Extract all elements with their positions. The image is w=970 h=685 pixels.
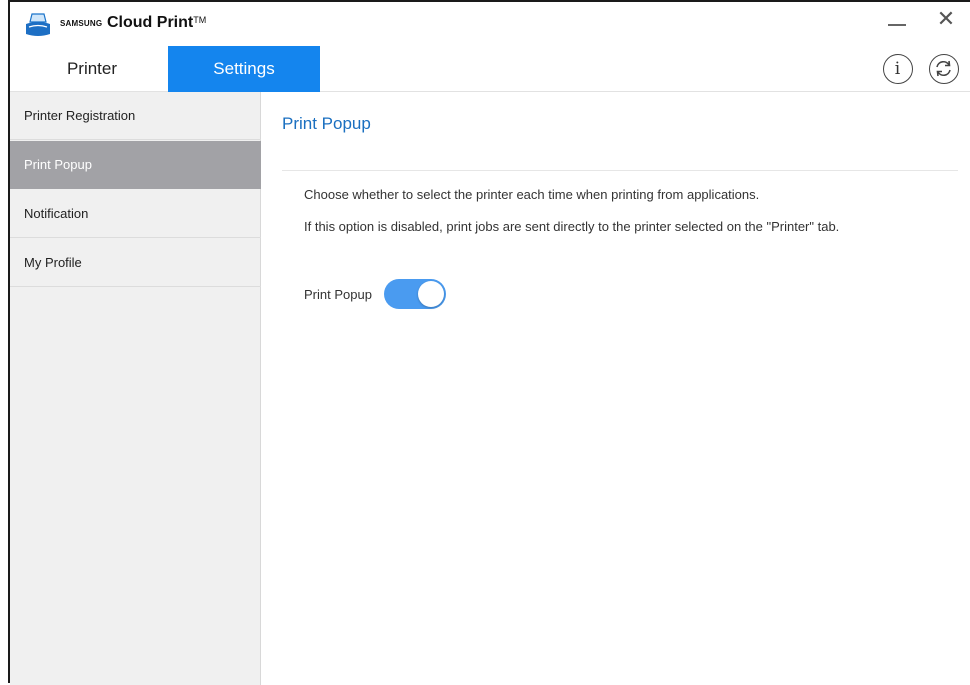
settings-sidebar: Printer Registration Print Popup Notific…	[10, 92, 261, 685]
print-popup-toggle[interactable]	[384, 279, 446, 309]
toggle-knob[interactable]	[418, 281, 444, 307]
description-line-1: Choose whether to select the printer eac…	[304, 187, 760, 202]
sidebar-item-my-profile[interactable]: My Profile	[10, 239, 261, 287]
tab-printer[interactable]: Printer	[16, 46, 168, 92]
app-name-text: Cloud Print	[107, 14, 194, 31]
description-line-2: If this option is disabled, print jobs a…	[304, 219, 840, 234]
info-icon: i	[894, 59, 901, 79]
settings-content: Print Popup Choose whether to select the…	[262, 92, 970, 685]
app-window: SAMSUNG Cloud PrintTM ✕ Printer Settings…	[8, 0, 970, 685]
section-divider	[282, 170, 958, 171]
printer-logo-icon	[24, 12, 52, 38]
refresh-icon	[936, 60, 951, 77]
refresh-button[interactable]	[929, 54, 959, 84]
title-bar: SAMSUNG Cloud PrintTM ✕	[10, 2, 970, 46]
tab-bar: Printer Settings i	[10, 46, 970, 92]
minimize-button[interactable]	[876, 2, 920, 40]
print-popup-toggle-label: Print Popup	[304, 287, 372, 302]
tab-settings[interactable]: Settings	[168, 46, 320, 92]
section-title: Print Popup	[282, 114, 371, 133]
minimize-icon	[888, 24, 906, 26]
app-brand: SAMSUNG	[60, 19, 103, 28]
app-title: Cloud PrintTM	[107, 14, 206, 32]
close-icon: ✕	[936, 6, 956, 31]
close-button[interactable]: ✕	[924, 2, 968, 40]
sidebar-item-print-popup[interactable]: Print Popup	[10, 141, 261, 189]
trademark-mark: TM	[193, 15, 207, 25]
info-button[interactable]: i	[883, 54, 913, 84]
sidebar-item-notification[interactable]: Notification	[10, 190, 261, 238]
sidebar-item-printer-registration[interactable]: Printer Registration	[10, 92, 261, 140]
